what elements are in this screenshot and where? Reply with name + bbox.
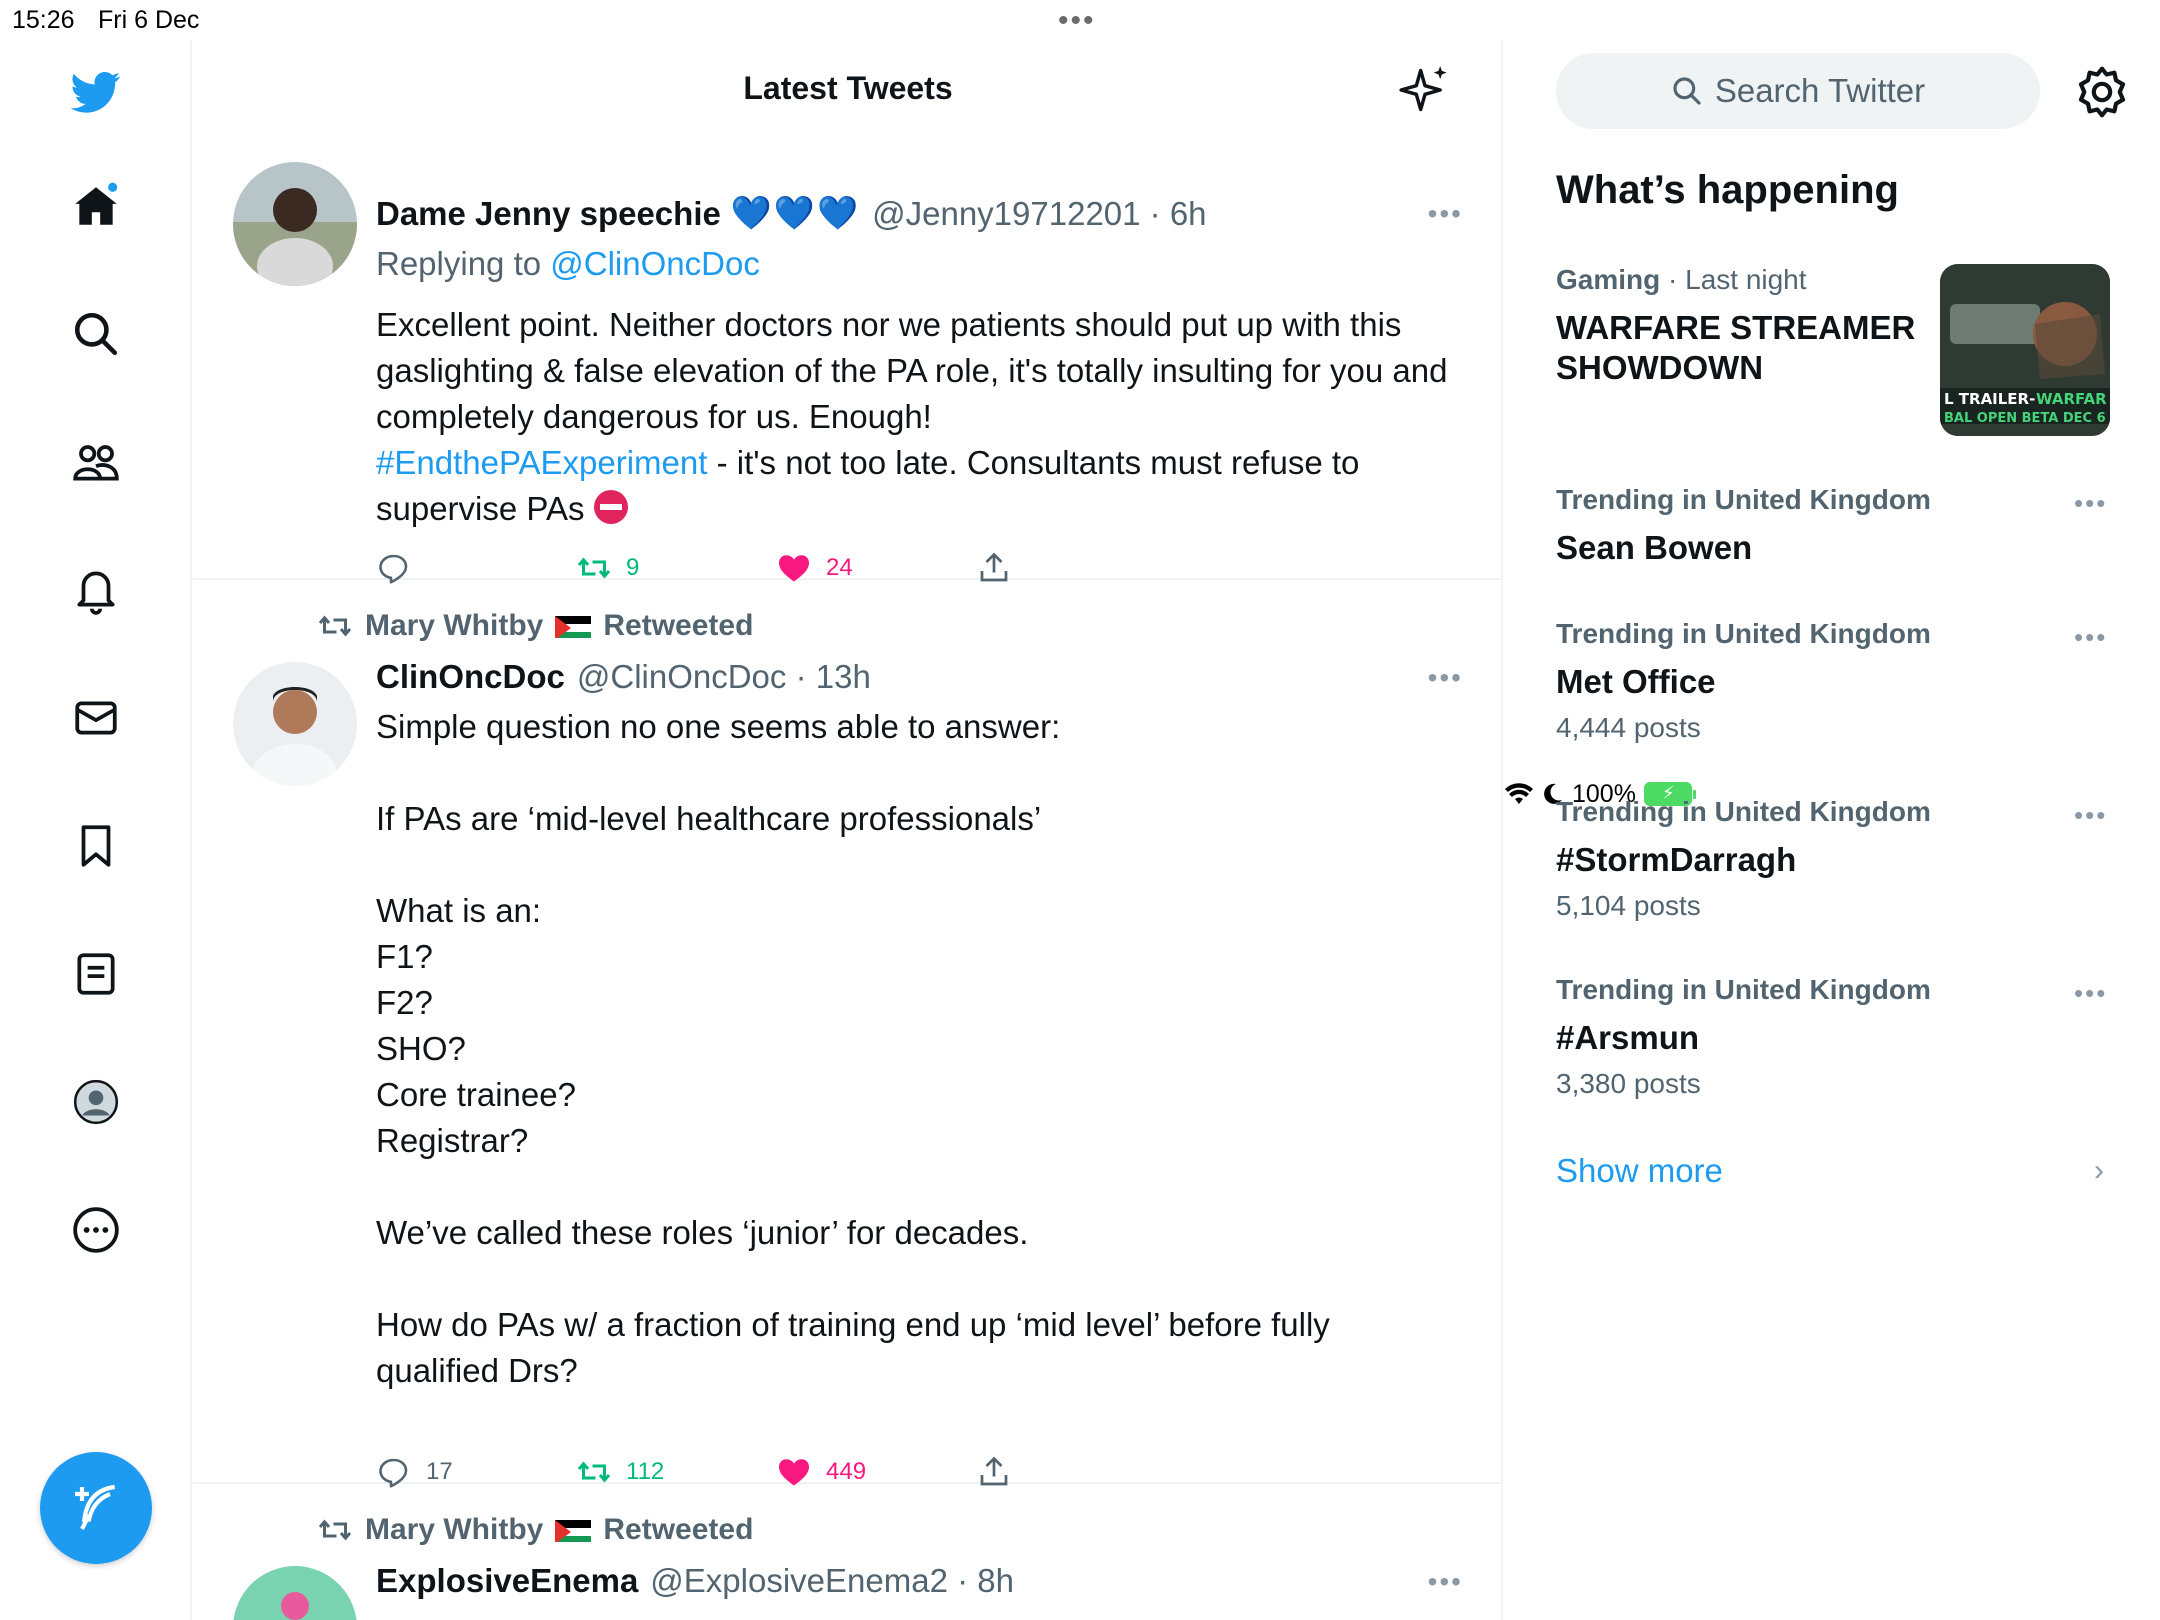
timeline: Latest Tweets Dame Jenny speechie 💙💙💙 @J… bbox=[193, 40, 1503, 1620]
avatar[interactable] bbox=[233, 1566, 357, 1620]
trend-meta: · Last night bbox=[1660, 264, 1807, 295]
feather-plus-icon bbox=[75, 1484, 116, 1530]
status-time: 15:26 bbox=[12, 6, 75, 34]
trend-title: Met Office bbox=[1556, 663, 1716, 700]
like-count: 24 bbox=[826, 554, 853, 581]
compose-tweet-button[interactable] bbox=[40, 1452, 152, 1564]
trend-category: Trending in United Kingdom bbox=[1556, 796, 1931, 828]
thumb-text-line1: L TRAILER- bbox=[1944, 390, 2035, 408]
trend-category: Trending in United Kingdom bbox=[1556, 618, 1931, 650]
retweet-small-icon bbox=[318, 615, 352, 637]
trend-title: WARFARE STREAMER SHOWDOWN bbox=[1556, 309, 1916, 386]
thumb-text-line1b: WARFAR bbox=[2036, 390, 2107, 408]
palestine-flag-emoji bbox=[555, 1518, 592, 1542]
retweeted-by-line: Mary Whitby Retweeted bbox=[317, 608, 753, 644]
retweet-count: 9 bbox=[626, 554, 640, 581]
show-more-link[interactable]: Show more bbox=[1556, 1152, 1723, 1190]
author-name[interactable]: Dame Jenny speechie bbox=[376, 195, 721, 233]
retweeted-label: Retweeted bbox=[603, 1513, 754, 1546]
communities-icon[interactable] bbox=[66, 432, 126, 492]
trend-category: Gaming · Last night bbox=[1556, 264, 1807, 296]
left-nav bbox=[0, 40, 192, 1620]
trend-more-icon[interactable]: ••• bbox=[2074, 978, 2107, 1009]
timeline-header: Latest Tweets bbox=[193, 40, 1501, 140]
hashtag-link[interactable]: #EndthePAExperiment bbox=[376, 444, 707, 481]
trend-category-label: Trending in United Kingdom bbox=[1556, 618, 1931, 649]
trend-thumbnail[interactable]: L TRAILER- WARFAR BAL OPEN BETA DEC 6 bbox=[1940, 264, 2110, 436]
trend-post-count: 4,444 posts bbox=[1556, 712, 1701, 743]
lists-icon[interactable] bbox=[66, 944, 126, 1004]
tweet-header: Dame Jenny speechie 💙💙💙 @Jenny19712201 ·… bbox=[376, 194, 1207, 233]
more-options-icon[interactable] bbox=[66, 1200, 126, 1260]
retweeter-name[interactable]: Mary Whitby bbox=[365, 1513, 543, 1547]
author-handle-time: @ClinOncDoc · 13h bbox=[576, 658, 871, 695]
tweet[interactable]: Mary Whitby Retweeted ExplosiveEnema @Ex… bbox=[193, 1484, 1501, 1620]
tweet-more-icon[interactable]: ••• bbox=[1428, 662, 1463, 694]
author-handle-time: @ExplosiveEnema2 · 8h bbox=[650, 1562, 1014, 1599]
home-icon[interactable] bbox=[66, 176, 126, 236]
tweet-text-part1: Excellent point. Neither doctors nor we … bbox=[376, 306, 1448, 435]
retweeted-label: Retweeted bbox=[603, 609, 754, 642]
retweet-small-icon bbox=[318, 1519, 352, 1541]
tweet-more-icon[interactable]: ••• bbox=[1428, 198, 1463, 230]
thumb-text-line2: BAL OPEN BETA DEC 6 bbox=[1944, 411, 2106, 426]
status-date: Fri 6 Dec bbox=[98, 6, 200, 34]
tweet-more-icon[interactable]: ••• bbox=[1428, 1566, 1463, 1598]
author-name[interactable]: ClinOncDoc bbox=[376, 658, 565, 696]
tweet-header: ExplosiveEnema @ExplosiveEnema2 · 8h bbox=[376, 1562, 1014, 1600]
author-handle-time: @Jenny19712201 · 6h bbox=[872, 194, 1207, 232]
page-title: Latest Tweets bbox=[743, 70, 953, 106]
trend-more-icon[interactable]: ••• bbox=[2074, 800, 2107, 831]
right-sidebar: Search Twitter What’s happening Gaming ·… bbox=[1504, 40, 2160, 1620]
retweeted-by-line: Mary Whitby Retweeted bbox=[317, 1512, 753, 1548]
notifications-bell-icon[interactable] bbox=[66, 560, 126, 620]
sparkle-icon[interactable] bbox=[1399, 64, 1451, 116]
retweet-count: 112 bbox=[626, 1458, 665, 1485]
tweet[interactable]: Dame Jenny speechie 💙💙💙 @Jenny19712201 ·… bbox=[193, 140, 1501, 584]
reply-count: 17 bbox=[426, 1458, 453, 1485]
replying-label: Replying to bbox=[376, 245, 551, 282]
search-input[interactable]: Search Twitter bbox=[1556, 53, 2040, 129]
blue-heart-emoji: 💙💙💙 bbox=[730, 194, 861, 231]
replying-to: Replying to @ClinOncDoc bbox=[376, 245, 760, 283]
retweeter-name[interactable]: Mary Whitby bbox=[365, 609, 543, 643]
search-icon[interactable] bbox=[66, 304, 126, 364]
author-name[interactable]: ExplosiveEnema bbox=[376, 1562, 638, 1600]
chevron-right-icon[interactable]: › bbox=[2094, 1154, 2104, 1188]
tweet[interactable]: Mary Whitby Retweeted ClinOncDoc @ClinOn… bbox=[193, 580, 1501, 1488]
trend-category-label: Trending in United Kingdom bbox=[1556, 974, 1931, 1005]
trend-more-icon[interactable]: ••• bbox=[2074, 622, 2107, 653]
whats-happening-heading: What’s happening bbox=[1556, 168, 1899, 212]
trend-category-label: Trending in United Kingdom bbox=[1556, 796, 1931, 827]
trend-category: Trending in United Kingdom bbox=[1556, 974, 1931, 1006]
tweet-text: Simple question no one seems able to ans… bbox=[376, 708, 1330, 1389]
trend-title: Sean Bowen bbox=[1556, 529, 1753, 566]
trend-post-count: 5,104 posts bbox=[1556, 890, 1701, 921]
gear-icon[interactable] bbox=[2074, 64, 2130, 120]
avatar[interactable] bbox=[233, 162, 357, 286]
trend-category: Trending in United Kingdom bbox=[1556, 484, 1931, 516]
no-entry-emoji bbox=[593, 490, 628, 524]
palestine-flag-emoji bbox=[555, 614, 592, 638]
trend-category-label: Gaming bbox=[1556, 264, 1661, 295]
like-count: 449 bbox=[826, 1458, 867, 1485]
replying-to-link[interactable]: @ClinOncDoc bbox=[550, 245, 760, 282]
trend-title: #StormDarragh bbox=[1556, 841, 1797, 878]
bookmark-icon[interactable] bbox=[66, 816, 126, 876]
profile-avatar-icon[interactable] bbox=[66, 1072, 126, 1132]
avatar[interactable] bbox=[233, 662, 357, 786]
trend-more-icon[interactable]: ••• bbox=[2074, 488, 2107, 519]
twitter-logo-icon[interactable] bbox=[66, 62, 126, 122]
multitask-dots-icon[interactable]: ••• bbox=[1058, 4, 1096, 38]
tweet-text: Excellent point. Neither doctors nor we … bbox=[376, 302, 1456, 532]
tweet-header: ClinOncDoc @ClinOncDoc · 13h bbox=[376, 658, 871, 696]
search-placeholder: Search Twitter bbox=[1714, 72, 1926, 109]
messages-mail-icon[interactable] bbox=[66, 688, 126, 748]
status-bar: 15:26 Fri 6 Dec ••• 100% ⚡ bbox=[0, 0, 2160, 808]
trend-category-label: Trending in United Kingdom bbox=[1556, 484, 1931, 515]
trend-title: #Arsmun bbox=[1556, 1019, 1700, 1056]
trend-post-count: 3,380 posts bbox=[1556, 1068, 1701, 1099]
search-icon bbox=[1673, 77, 1701, 105]
